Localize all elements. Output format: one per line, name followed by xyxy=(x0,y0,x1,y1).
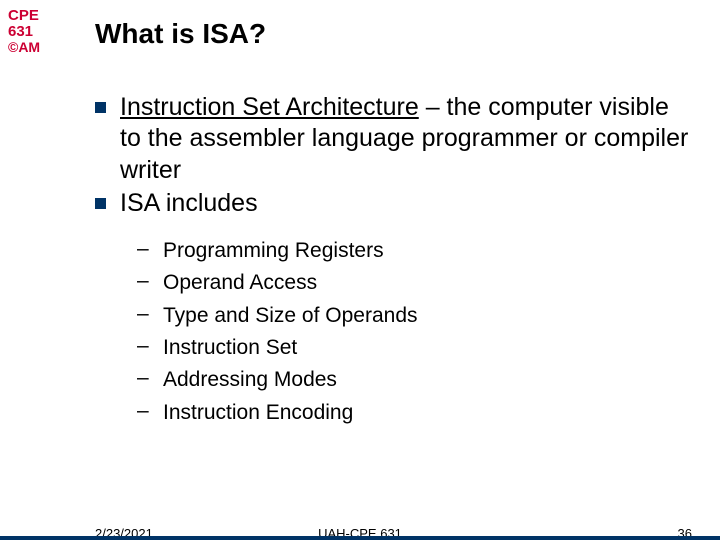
bullet-item: ISA includes xyxy=(95,188,690,219)
dash-icon: – xyxy=(137,237,151,261)
underlined-term: Instruction Set Architecture xyxy=(120,93,419,121)
sub-text: Addressing Modes xyxy=(163,366,337,394)
dash-icon: – xyxy=(137,399,151,423)
square-bullet-icon xyxy=(95,102,106,113)
slide-content: Instruction Set Architecture – the compu… xyxy=(95,92,690,431)
dash-icon: – xyxy=(137,334,151,358)
logo-line3: ©AM xyxy=(8,40,58,55)
slide-title: What is ISA? xyxy=(95,18,266,50)
course-logo: CPE 631 ©AM xyxy=(8,8,58,54)
bullet-text: Instruction Set Architecture – the compu… xyxy=(120,92,690,186)
bullet-item: Instruction Set Architecture – the compu… xyxy=(95,92,690,186)
sub-item: – Instruction Set xyxy=(137,334,690,362)
sub-item: – Addressing Modes xyxy=(137,366,690,394)
sub-text: Programming Registers xyxy=(163,237,384,265)
dash-icon: – xyxy=(137,302,151,326)
bullet-text: ISA includes xyxy=(120,188,258,219)
sub-text: Operand Access xyxy=(163,269,317,297)
sub-item: – Operand Access xyxy=(137,269,690,297)
bullet-rest: ISA includes xyxy=(120,189,258,217)
sub-text: Instruction Set xyxy=(163,334,297,362)
bottom-accent-bar xyxy=(0,536,720,540)
sub-item: – Type and Size of Operands xyxy=(137,302,690,330)
dash-icon: – xyxy=(137,269,151,293)
dash-icon: – xyxy=(137,366,151,390)
sub-item: – Programming Registers xyxy=(137,237,690,265)
square-bullet-icon xyxy=(95,198,106,209)
logo-line1: CPE xyxy=(8,8,58,24)
sub-list: – Programming Registers – Operand Access… xyxy=(137,237,690,427)
logo-line2: 631 xyxy=(8,24,58,40)
sub-item: – Instruction Encoding xyxy=(137,399,690,427)
sub-text: Type and Size of Operands xyxy=(163,302,418,330)
sub-text: Instruction Encoding xyxy=(163,399,353,427)
